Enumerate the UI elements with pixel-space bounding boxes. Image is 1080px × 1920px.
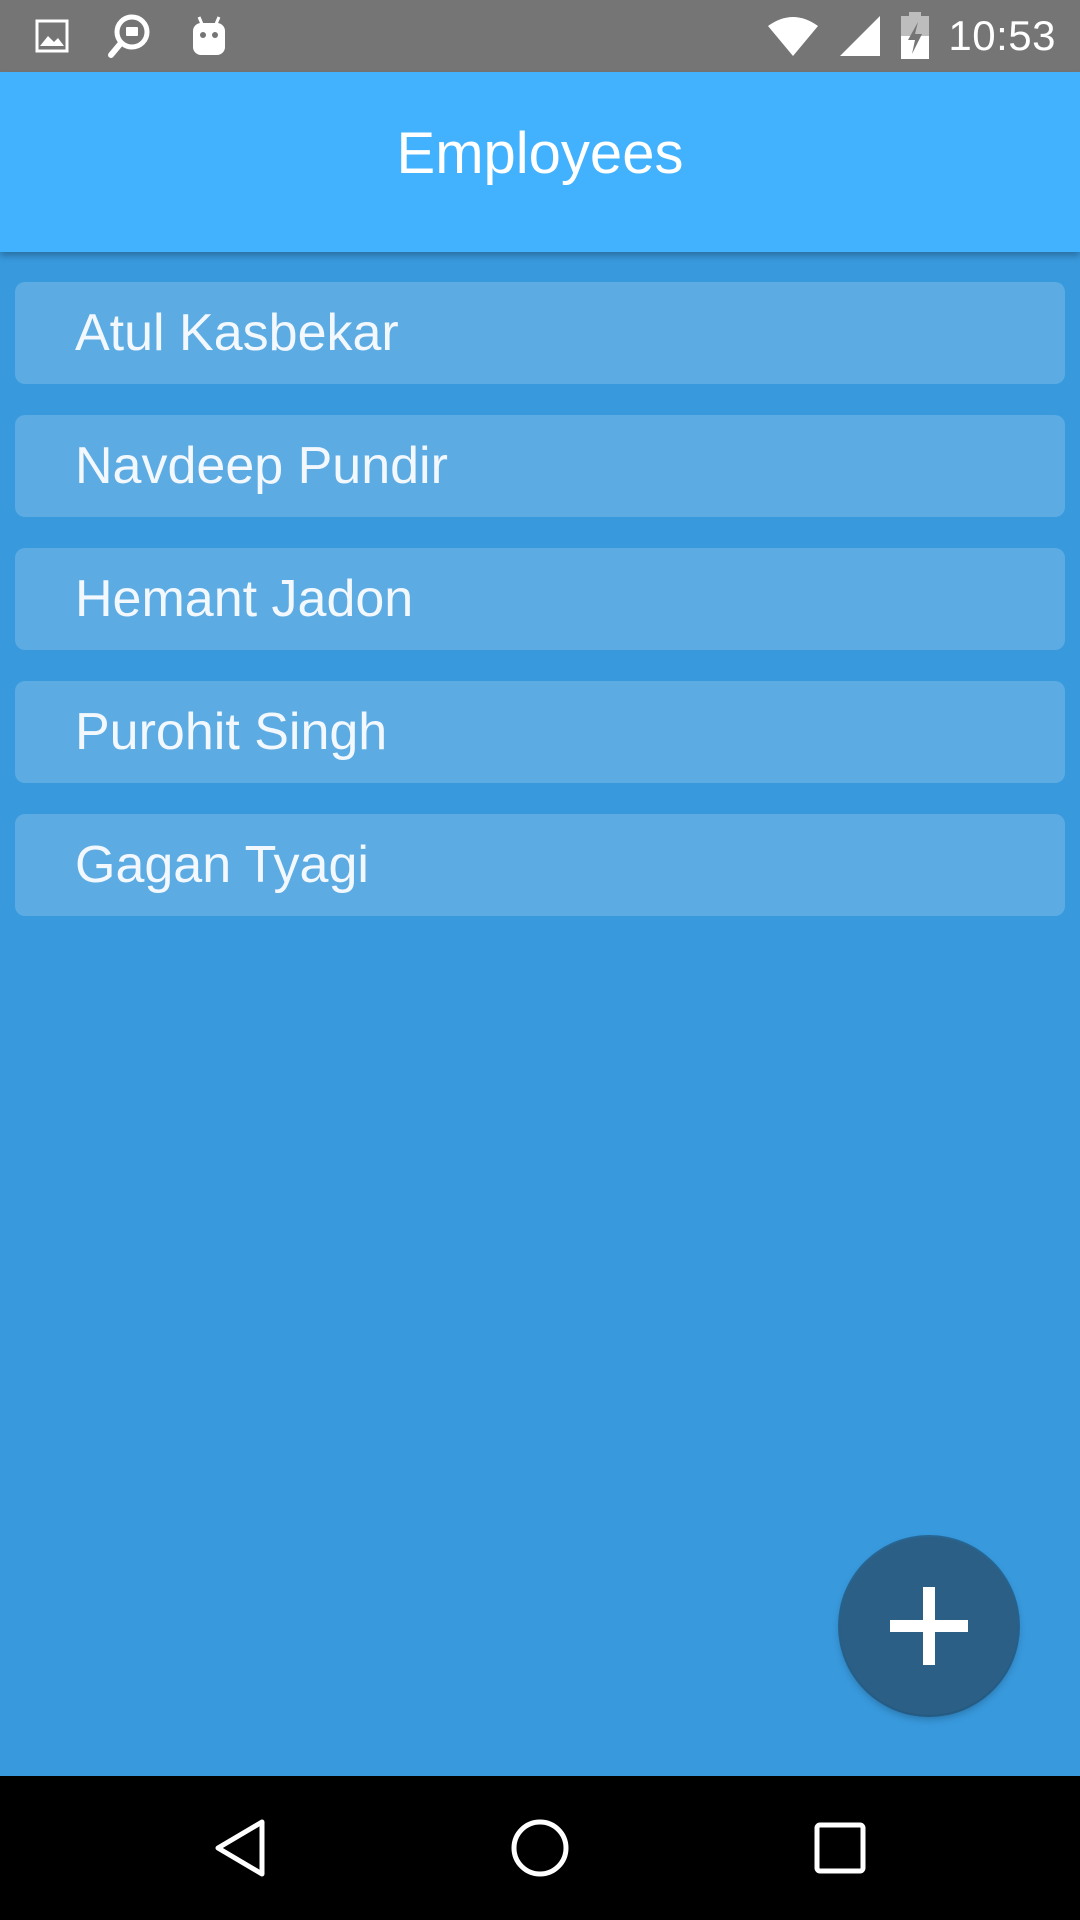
home-icon [511,1819,569,1877]
plus-icon [890,1587,968,1665]
employee-list: Atul Kasbekar Navdeep Pundir Hemant Jado… [15,282,1065,947]
home-button[interactable] [460,1776,620,1920]
list-item[interactable]: Gagan Tyagi [15,814,1065,916]
notification-icons [34,12,228,60]
status-clock: 10:53 [948,12,1056,59]
back-button[interactable] [160,1776,320,1920]
list-item[interactable]: Navdeep Pundir [15,415,1065,517]
navigation-bar [0,1776,1080,1920]
screen: 10:53 Employees Atul Kasbekar Navdeep Pu… [0,0,1080,1920]
employee-name: Gagan Tyagi [75,836,369,894]
list-item[interactable]: Purohit Singh [15,681,1065,783]
recents-icon [814,1822,866,1874]
list-item[interactable]: Hemant Jadon [15,548,1065,650]
search-chat-icon [106,12,154,60]
android-icon [190,15,228,57]
status-bar: 10:53 [0,0,1080,72]
employee-name: Purohit Singh [75,703,388,761]
gallery-icon [34,18,70,54]
page-title: Employees [396,121,684,186]
employee-name: Hemant Jadon [75,570,414,628]
wifi-icon [766,16,820,56]
employee-name: Atul Kasbekar [75,304,399,362]
system-status: 10:53 [766,10,1056,62]
app-bar: Employees [0,72,1080,252]
employee-name: Navdeep Pundir [75,437,448,495]
list-item[interactable]: Atul Kasbekar [15,282,1065,384]
battery-icon [900,12,930,60]
add-employee-button[interactable] [840,1537,1018,1715]
signal-icon [838,15,882,57]
back-icon [215,1819,265,1877]
recents-button[interactable] [760,1776,920,1920]
